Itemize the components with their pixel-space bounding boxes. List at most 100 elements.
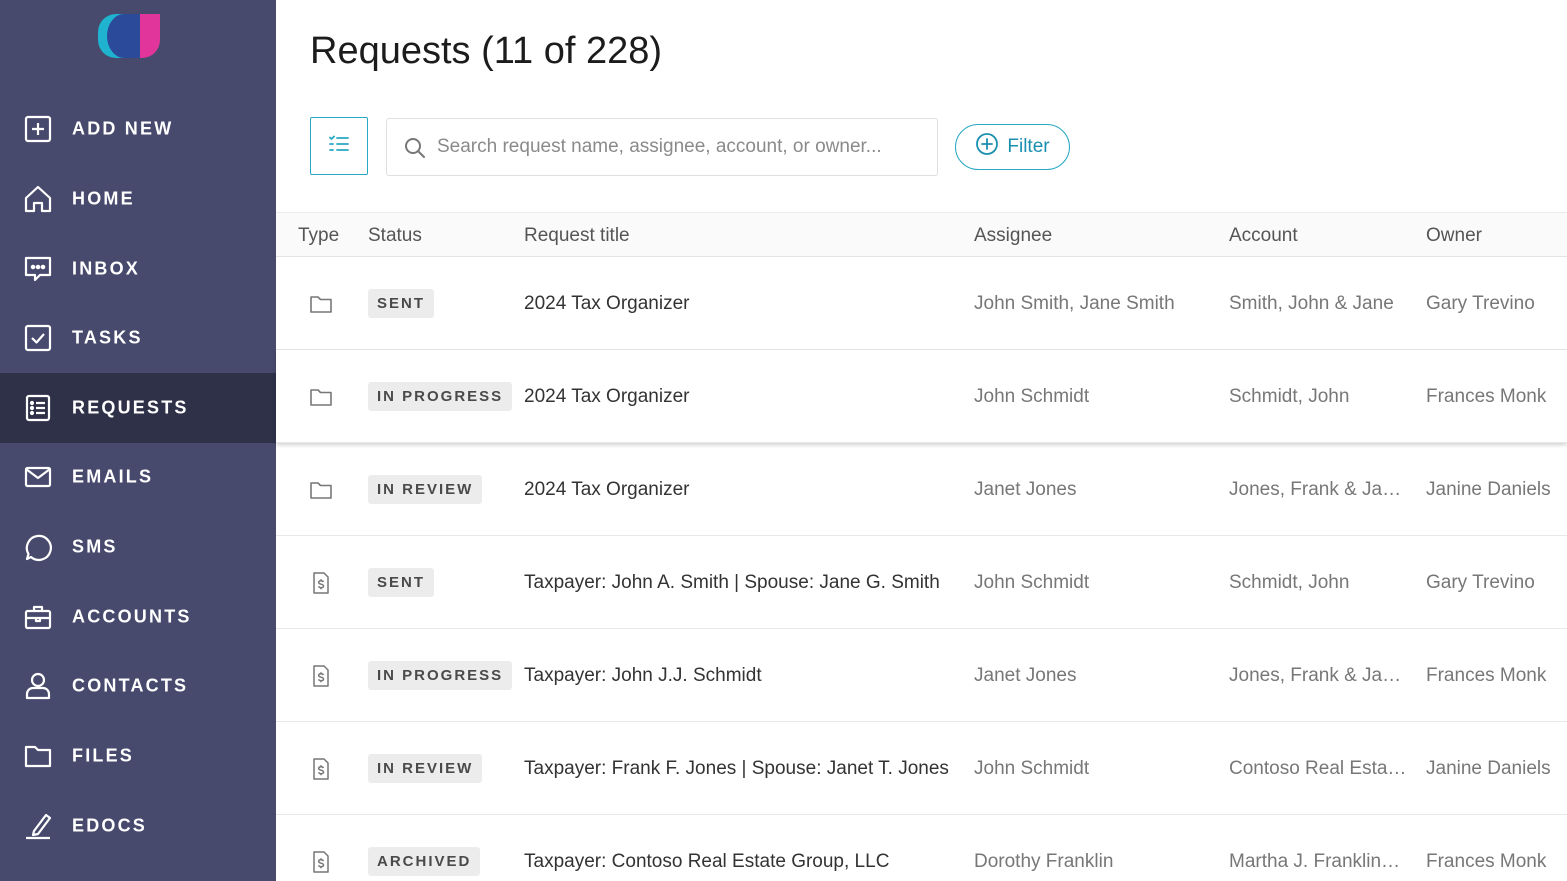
search-input[interactable] [437, 119, 927, 175]
plus-circle-icon [975, 132, 999, 162]
assignee: Dorothy Franklin [974, 851, 1114, 872]
table-row[interactable]: IN PROGRESS Taxpayer: John J.J. Schmidt … [276, 629, 1567, 722]
request-title[interactable]: 2024 Tax Organizer [524, 257, 954, 350]
app-logo[interactable] [98, 14, 162, 58]
table-row[interactable]: IN REVIEW Taxpayer: Frank F. Jones | Spo… [276, 722, 1567, 815]
sidebar-item-emails[interactable]: EMAILS [0, 442, 276, 512]
assignee: Janet Jones [974, 665, 1077, 686]
owner: Gary Trevino [1426, 293, 1535, 314]
status-badge: IN PROGRESS [368, 661, 513, 690]
filter-label: Filter [1007, 136, 1050, 157]
list-view-toggle-button[interactable] [310, 117, 368, 175]
sidebar: ADD NEW HOME INBOX TASKS REQUESTS EMAILS [0, 0, 276, 881]
owner: Janine Daniels [1426, 758, 1551, 779]
sidebar-item-label: REQUESTS [72, 397, 189, 418]
column-header-account[interactable]: Account [1229, 213, 1298, 258]
folder-icon [309, 478, 333, 502]
check-square-icon [22, 322, 54, 354]
plus-square-icon [22, 113, 54, 145]
sidebar-item-label: HOME [72, 188, 135, 209]
sidebar-item-inbox[interactable]: INBOX [0, 234, 276, 304]
table-row[interactable]: IN PROGRESS 2024 Tax Organizer John Schm… [276, 350, 1567, 443]
envelope-icon [22, 461, 54, 493]
sidebar-item-contacts[interactable]: CONTACTS [0, 651, 276, 721]
column-header-status[interactable]: Status [368, 213, 422, 258]
request-title[interactable]: Taxpayer: John J.J. Schmidt [524, 629, 954, 722]
sidebar-item-tasks[interactable]: TASKS [0, 303, 276, 373]
status-badge: IN REVIEW [368, 475, 483, 504]
folder-icon [22, 740, 54, 772]
assignee: John Schmidt [974, 572, 1090, 593]
checklist-icon [327, 132, 351, 161]
sidebar-item-requests[interactable]: REQUESTS [0, 373, 276, 443]
signature-pen-icon [22, 810, 54, 842]
status-badge: IN REVIEW [368, 754, 483, 783]
account[interactable]: Schmidt, John [1229, 536, 1409, 629]
account[interactable]: Jones, Frank & Ja… [1229, 629, 1409, 722]
account[interactable]: Schmidt, John [1229, 350, 1409, 443]
sidebar-item-label: FILES [72, 745, 135, 766]
sidebar-item-label: EDOCS [72, 815, 148, 836]
assignee: John Smith, Jane Smith [974, 293, 1175, 314]
table-row[interactable]: IN REVIEW 2024 Tax Organizer Janet Jones… [276, 443, 1567, 536]
dollar-doc-icon [309, 757, 333, 781]
filter-button[interactable]: Filter [955, 124, 1070, 170]
sidebar-item-home[interactable]: HOME [0, 164, 276, 234]
list-doc-icon [22, 392, 54, 424]
status-badge: IN PROGRESS [368, 382, 513, 411]
account[interactable]: Jones, Frank & Ja… [1229, 443, 1409, 536]
sidebar-item-sms[interactable]: SMS [0, 512, 276, 582]
account[interactable]: Contoso Real Esta… [1229, 722, 1409, 815]
sidebar-item-accounts[interactable]: ACCOUNTS [0, 582, 276, 652]
sidebar-item-label: CONTACTS [72, 675, 189, 696]
table-row[interactable]: ARCHIVED Taxpayer: Contoso Real Estate G… [276, 815, 1567, 881]
assignee: John Schmidt [974, 386, 1090, 407]
main-content: Requests (11 of 228) Filter Type Status … [276, 0, 1567, 881]
page-title: Requests (11 of 228) [310, 30, 663, 72]
account[interactable]: Smith, John & Jane [1229, 257, 1409, 350]
sidebar-item-label: ADD NEW [72, 118, 174, 139]
request-title[interactable]: 2024 Tax Organizer [524, 350, 954, 443]
dollar-doc-icon [309, 664, 333, 688]
folder-icon [309, 292, 333, 316]
account[interactable]: Martha J. Franklin… [1229, 815, 1409, 881]
column-header-assignee[interactable]: Assignee [974, 213, 1052, 258]
sidebar-item-label: ACCOUNTS [72, 606, 192, 627]
dollar-doc-icon [309, 850, 333, 874]
assignee: Janet Jones [974, 479, 1077, 500]
sidebar-item-label: TASKS [72, 327, 143, 348]
request-title[interactable]: Taxpayer: Frank F. Jones | Spouse: Janet… [524, 722, 954, 815]
folder-icon [309, 385, 333, 409]
inbox-chat-icon [22, 253, 54, 285]
owner: Frances Monk [1426, 386, 1547, 407]
column-header-request-title[interactable]: Request title [524, 213, 630, 258]
owner: Janine Daniels [1426, 479, 1551, 500]
status-badge: ARCHIVED [368, 847, 481, 876]
person-icon [22, 670, 54, 702]
sidebar-item-label: INBOX [72, 258, 141, 279]
owner: Frances Monk [1426, 665, 1547, 686]
table-row[interactable]: SENT Taxpayer: John A. Smith | Spouse: J… [276, 536, 1567, 629]
briefcase-icon [22, 601, 54, 633]
sidebar-item-files[interactable]: FILES [0, 721, 276, 791]
status-badge: SENT [368, 289, 435, 318]
request-title[interactable]: Taxpayer: John A. Smith | Spouse: Jane G… [524, 536, 954, 629]
owner: Gary Trevino [1426, 572, 1535, 593]
assignee: John Schmidt [974, 758, 1090, 779]
owner: Frances Monk [1426, 851, 1547, 872]
sidebar-item-label: EMAILS [72, 466, 154, 487]
dollar-doc-icon [309, 571, 333, 595]
column-header-owner[interactable]: Owner [1426, 213, 1482, 258]
sidebar-item-edocs[interactable]: EDOCS [0, 791, 276, 861]
search-box [386, 118, 938, 176]
sidebar-item-label: SMS [72, 536, 118, 557]
speech-bubble-icon [22, 531, 54, 563]
status-badge: SENT [368, 568, 435, 597]
sidebar-item-add-new[interactable]: ADD NEW [0, 94, 276, 164]
home-icon [22, 183, 54, 215]
table-row[interactable]: SENT 2024 Tax Organizer John Smith, Jane… [276, 257, 1567, 350]
table-header: Type Status Request title Assignee Accou… [276, 212, 1567, 257]
column-header-type[interactable]: Type [298, 213, 339, 258]
request-title[interactable]: Taxpayer: Contoso Real Estate Group, LLC [524, 815, 954, 881]
request-title[interactable]: 2024 Tax Organizer [524, 443, 954, 536]
